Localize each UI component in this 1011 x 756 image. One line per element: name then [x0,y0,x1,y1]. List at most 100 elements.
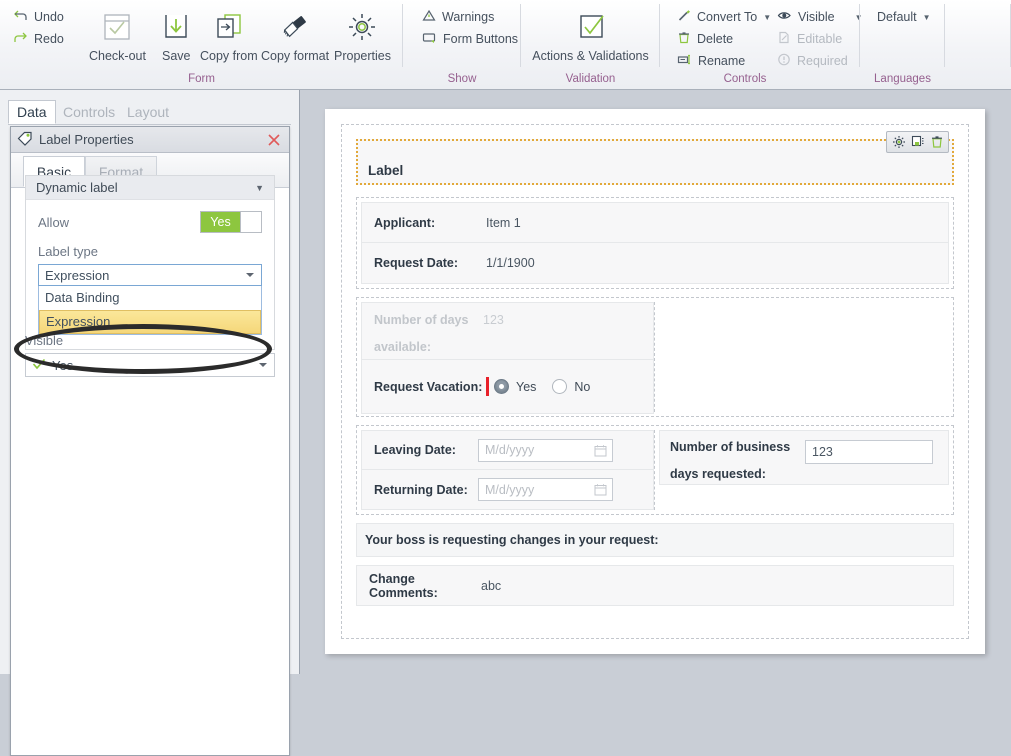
change-comments-label: Change Comments: [369,571,438,600]
delete-label: Delete [697,32,734,46]
properties-button[interactable]: Properties [330,5,395,63]
allow-row: Allow Yes [38,210,262,234]
leaving-date-row[interactable]: Leaving Date: M/d/yyyy [361,430,654,470]
returning-date-row[interactable]: Returning Date: M/d/yyyy [361,470,654,510]
redo-label: Redo [34,32,64,46]
visible-label: Visible [798,10,835,24]
rename-label: Rename [698,54,746,68]
visible-combobox[interactable]: Yes [25,353,275,377]
applicant-row[interactable]: Applicant: Item 1 [361,202,949,243]
editable-button[interactable]: Editable [772,28,860,50]
undo-label: Undo [34,10,64,24]
allow-label: Allow [38,214,70,230]
returning-date-label: Returning Date: [374,482,468,497]
actions-validations-button[interactable]: Actions & Validations [521,5,660,63]
ribbon-group-languages: Default ▼ Languages [860,0,945,89]
dynamic-label-header[interactable]: Dynamic label ▼ [26,176,274,200]
boss-banner-text: Your boss is requesting changes in your … [365,533,659,547]
days-available-row[interactable]: Number of days available: 123 [361,302,654,360]
rename-icon [677,53,692,69]
warnings-button[interactable]: Warnings [417,6,523,28]
trash-icon[interactable] [928,134,945,151]
ribbon-group-form: Undo Redo Check-out Save Copy from Copy … [0,0,403,89]
business-days-label-2: days requested: [670,467,766,481]
business-days-input[interactable]: 123 [805,440,933,464]
warnings-label: Warnings [442,10,495,24]
business-days-row[interactable]: Number of business days requested: 123 [659,430,949,485]
label-type-combobox[interactable]: Expression [38,264,262,286]
ribbon-group-empty [945,0,1011,89]
vacation-block: Number of days available: 123 Request Va… [356,297,954,417]
returning-date-input[interactable]: M/d/yyyy [478,478,613,501]
visible-button[interactable]: Visible ▼ [772,6,863,28]
copy-from-label: Copy from [200,49,258,63]
default-language-label: Default [877,10,917,24]
tab-controls-label: Controls [63,104,116,120]
gear-icon[interactable] [890,134,907,151]
days-available-label-2: available: [374,340,431,354]
redo-button[interactable]: Redo [8,28,69,50]
convert-to-button[interactable]: Convert To ▼ [672,6,772,28]
dropdown-option-label: Data Binding [45,290,120,305]
allow-toggle[interactable]: Yes [200,211,262,233]
days-available-value: 123 [483,313,504,327]
change-comments-value: abc [481,578,502,593]
dropdown-option-label: Expression [46,314,111,329]
panel-tabstrip: Data Controls Layout [8,100,291,125]
visible-value: Yes [52,357,74,373]
ribbon-toolbar: Undo Redo Check-out Save Copy from Copy … [0,0,1011,90]
calendar-icon[interactable] [594,444,607,460]
convert-to-wand-icon [677,9,691,25]
applicant-label: Applicant: [374,215,436,230]
ribbon-group-validation: Actions & Validations Validation [521,0,660,89]
ribbon-group-show-label: Show [447,73,477,85]
leaving-date-input[interactable]: M/d/yyyy [478,438,613,462]
dates-block: Leaving Date: M/d/yyyy Returning Date: M… [356,425,954,515]
tab-controls[interactable]: Controls [54,100,124,124]
label-widget[interactable]: Label [356,131,954,185]
radio-no-label: No [574,379,591,394]
copy-format-button[interactable]: Copy format [257,5,333,63]
tab-data[interactable]: Data [8,100,56,124]
delete-button[interactable]: Delete [672,28,770,50]
properties-gear-icon [330,5,395,49]
rename-button[interactable]: Rename [672,50,770,72]
request-date-value: 1/1/1900 [486,256,535,270]
copy-from-button[interactable]: Copy from [196,5,262,63]
label-type-value: Expression [45,267,110,283]
ribbon-group-controls: Convert To ▼ Delete Rename Visible Edita… [660,0,863,89]
comments-block: Your boss is requesting changes in your … [356,523,954,606]
calendar-icon[interactable] [594,483,607,499]
required-button[interactable]: Required [772,50,860,72]
chevron-down-icon: ▼ [763,12,772,22]
tab-layout[interactable]: Layout [118,100,178,124]
dynamic-label-body: Allow Yes Label type Expression Data Bin… [26,200,274,349]
dynamic-label-header-text: Dynamic label [36,180,118,195]
default-language-button[interactable]: Default ▼ [872,6,936,28]
close-icon[interactable] [265,131,283,149]
ribbon-group-controls-label: Controls [723,73,767,85]
dropdown-option-data-binding[interactable]: Data Binding [39,286,261,310]
radio-no[interactable] [552,379,568,394]
radio-yes[interactable] [494,379,509,394]
required-label: Required [797,54,848,68]
form-buttons-button[interactable]: Form Buttons [417,28,523,50]
copy-format-label: Copy format [261,49,330,63]
convert-to-label: Convert To [697,10,758,24]
request-date-label: Request Date: [374,256,459,270]
undo-button[interactable]: Undo [8,6,69,28]
change-comments-row[interactable]: Change Comments: abc [356,565,954,606]
dynamic-label-section: Dynamic label ▼ Allow Yes Label type Exp… [25,175,275,350]
boss-banner: Your boss is requesting changes in your … [356,523,954,557]
save-button[interactable]: Save [158,5,195,63]
request-date-row[interactable]: Request Date: 1/1/1900 [361,243,949,284]
properties-label: Properties [334,49,391,63]
label-type-dropdown-list: Data Binding Expression [38,286,262,335]
duplicate-icon[interactable] [909,134,926,151]
label-type-label: Label type [38,244,98,259]
dropdown-option-expression[interactable]: Expression [39,310,261,334]
chevron-down-icon: ▼ [922,12,931,22]
check-out-button[interactable]: Check-out [85,5,150,63]
request-vacation-row[interactable]: Request Vacation: Yes No [361,360,654,414]
warning-triangle-icon [422,9,436,25]
